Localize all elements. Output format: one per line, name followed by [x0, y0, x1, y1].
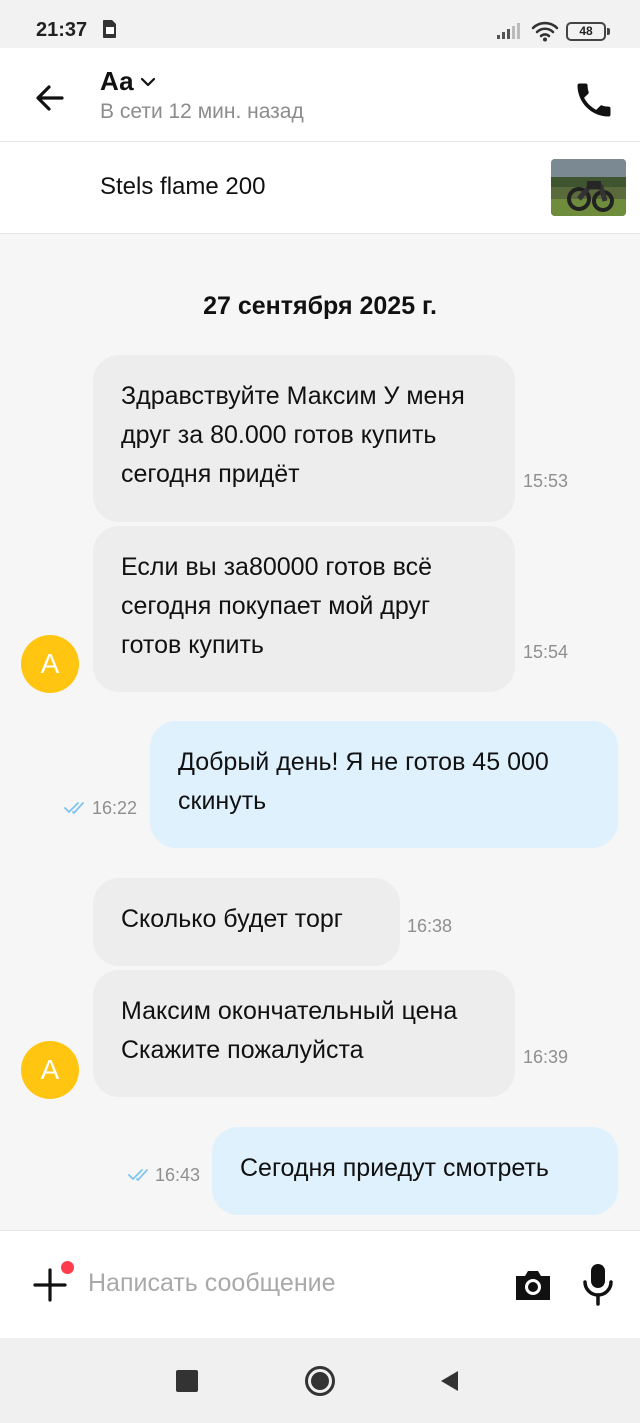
- avatar[interactable]: А: [21, 635, 79, 693]
- incoming-message[interactable]: Если вы за80000 готов всё сегодня покупа…: [93, 526, 515, 692]
- battery-indicator: 48: [566, 22, 610, 41]
- message-input[interactable]: [88, 1261, 488, 1305]
- notification-dot: [61, 1261, 74, 1274]
- read-checkmarks-icon: [64, 802, 84, 815]
- listing-banner[interactable]: Stels flame 200: [0, 142, 640, 234]
- listing-title: Stels flame 200: [100, 173, 266, 200]
- nav-back-icon[interactable]: [438, 1369, 460, 1393]
- listing-thumbnail[interactable]: [551, 159, 626, 216]
- incoming-message[interactable]: Сколько будет торг: [93, 878, 400, 966]
- message-time: 16:39: [523, 1047, 569, 1067]
- contact-status: В сети 12 мин. назад: [100, 100, 304, 123]
- camera-icon[interactable]: [512, 1264, 554, 1306]
- microphone-icon[interactable]: [578, 1261, 618, 1307]
- message-list[interactable]: 27 сентября 2025 г. Здравствуйте Максим …: [0, 234, 640, 1230]
- message-composer: [0, 1230, 640, 1338]
- message-time: 16:38: [407, 916, 453, 936]
- date-separator: 27 сентября 2025 г.: [203, 292, 437, 320]
- sim-card-icon: [103, 20, 116, 38]
- outgoing-message[interactable]: Сегодня приедут смотреть: [212, 1127, 618, 1215]
- contact-name: Аа: [100, 66, 134, 96]
- message-time: 15:53: [523, 471, 569, 491]
- message-text: Здравствуйте Максим У меня друг за 80.00…: [121, 382, 465, 488]
- message-text: Сколько будет торг: [121, 905, 343, 933]
- outgoing-message[interactable]: Добрый день! Я не готов 45 000 скинуть: [150, 721, 618, 848]
- incoming-message[interactable]: Максим окончательный цена Скажите пожалу…: [93, 970, 515, 1097]
- status-time: 21:37: [36, 19, 88, 41]
- message-time: 16:43: [155, 1165, 201, 1185]
- incoming-message[interactable]: Здравствуйте Максим У меня друг за 80.00…: [93, 355, 515, 522]
- phone-icon[interactable]: [572, 78, 616, 122]
- message-text: Если вы за80000 готов всё сегодня покупа…: [121, 553, 433, 659]
- message-text: Добрый день! Я не готов 45 000 скинуть: [178, 748, 549, 815]
- chat-header: Аа В сети 12 мин. назад: [0, 48, 640, 142]
- arrow-left-icon[interactable]: [30, 78, 70, 118]
- wifi-icon: [531, 21, 559, 42]
- signal-icon: [497, 23, 520, 39]
- status-bar: 21:37 48: [0, 0, 640, 48]
- system-nav-bar: [0, 1338, 640, 1423]
- home-icon[interactable]: [304, 1365, 336, 1397]
- message-time: 15:54: [523, 642, 569, 662]
- avatar[interactable]: А: [21, 1041, 79, 1099]
- recent-apps-icon[interactable]: [176, 1370, 198, 1392]
- message-text: Максим окончательный цена Скажите пожалу…: [121, 997, 458, 1064]
- message-time: 16:22: [92, 798, 138, 818]
- contact-name-button[interactable]: Аа: [100, 66, 156, 97]
- message-text: Сегодня приедут смотреть: [240, 1154, 549, 1182]
- battery-level: 48: [579, 24, 593, 38]
- read-checkmarks-icon: [128, 1169, 148, 1182]
- chevron-down-icon: [140, 77, 155, 86]
